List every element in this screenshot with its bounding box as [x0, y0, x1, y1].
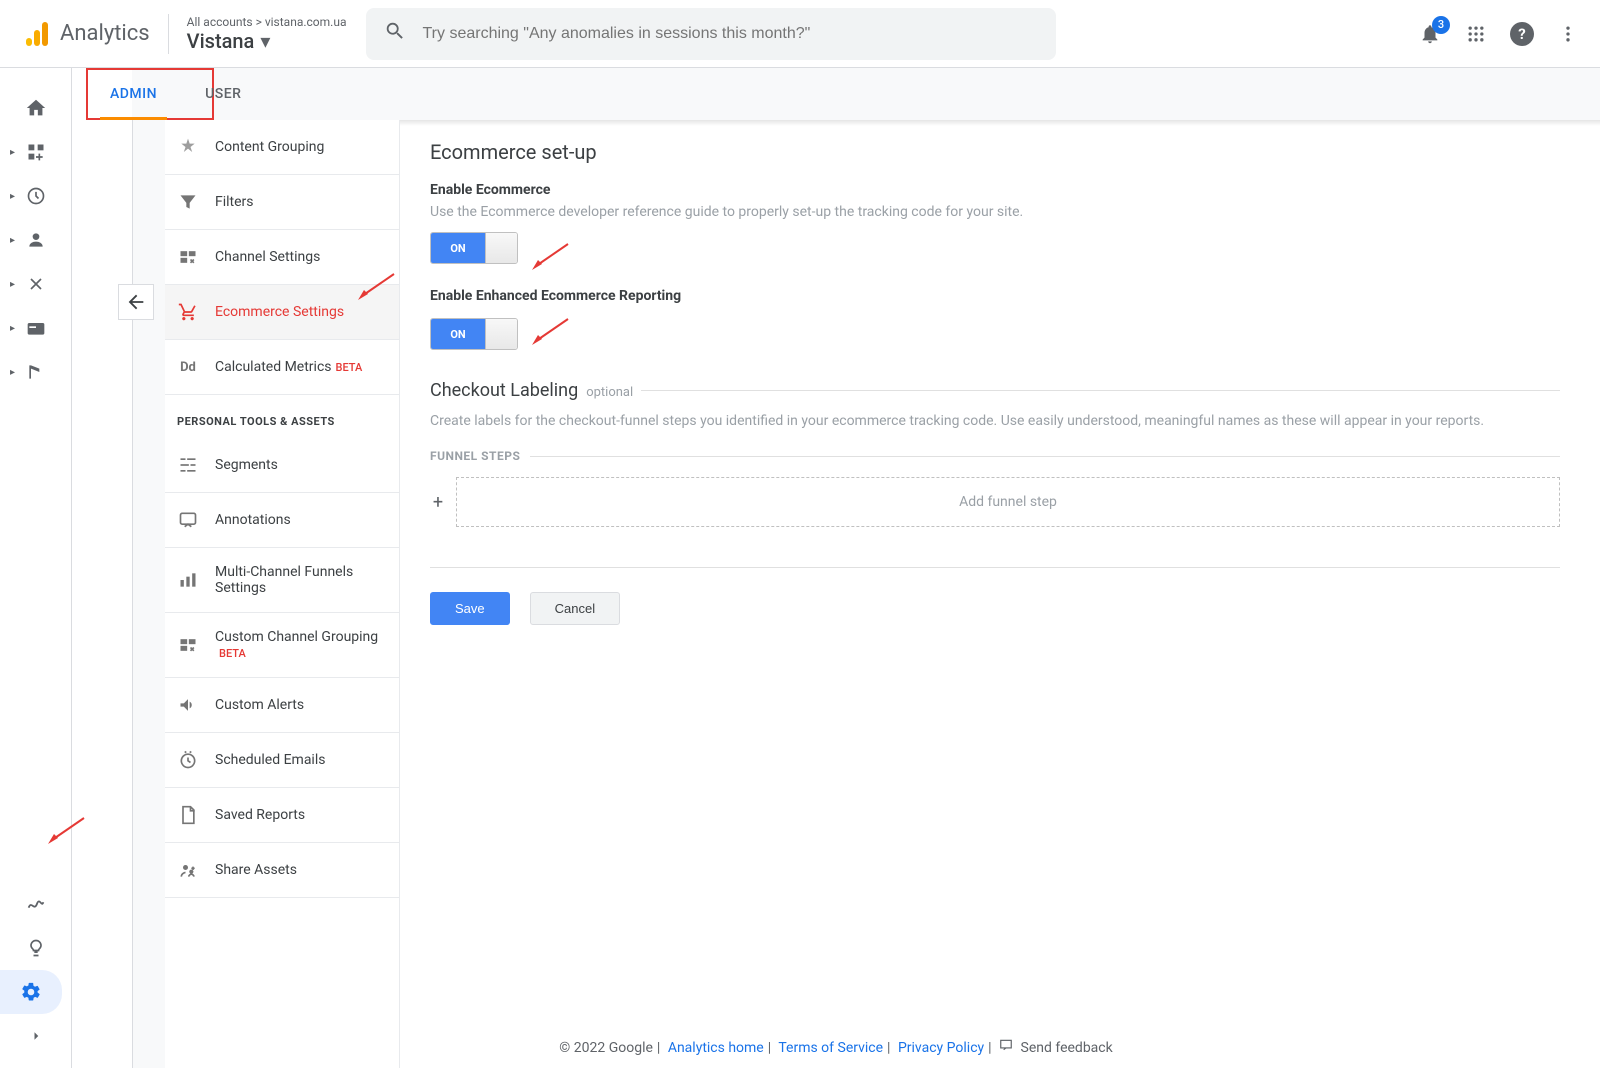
enable-ecommerce-toggle[interactable]: ON	[430, 232, 518, 264]
analytics-logo-icon	[20, 18, 52, 50]
mcf-icon	[177, 569, 199, 591]
sidebar-item-mcf-settings[interactable]: Multi-Channel Funnels Settings	[165, 548, 399, 613]
sidebar-item-channel-settings[interactable]: Channel Settings	[165, 230, 399, 285]
tab-user[interactable]: USER	[181, 68, 265, 120]
cart-icon	[177, 301, 199, 323]
ecommerce-setup-form: Ecommerce set-up Enable Ecommerce Use th…	[399, 120, 1600, 1068]
sidebar-item-ecommerce-settings[interactable]: Ecommerce Settings	[165, 285, 399, 340]
logo-text: Analytics	[60, 21, 150, 46]
annotations-icon	[177, 509, 199, 531]
footer-link-privacy[interactable]: Privacy Policy	[898, 1040, 984, 1056]
footer-link-tos[interactable]: Terms of Service	[778, 1040, 883, 1056]
document-icon	[177, 804, 199, 826]
sidebar-item-share-assets[interactable]: Share Assets	[165, 843, 399, 898]
sidebar-item-scheduled-emails[interactable]: Scheduled Emails	[165, 733, 399, 788]
sidebar-item-custom-channel-grouping[interactable]: Custom Channel GroupingBETA	[165, 613, 399, 678]
divider	[168, 14, 169, 54]
breadcrumb-path: All accounts > vistana.com.ua	[187, 15, 347, 29]
enhanced-ecommerce-label: Enable Enhanced Ecommerce Reporting	[430, 288, 1560, 304]
save-button[interactable]: Save	[430, 592, 510, 625]
main-container: ▸ ▸ ▸ ▸ ▸ ▸ ADMIN USER Content Grouping	[0, 68, 1600, 1068]
back-button[interactable]	[118, 284, 154, 320]
property-name: Vistana ▾	[187, 29, 347, 53]
sidebar-item-annotations[interactable]: Annotations	[165, 493, 399, 548]
form-actions: Save Cancel	[430, 592, 1560, 625]
nav-behavior[interactable]: ▸	[0, 306, 71, 350]
megaphone-icon	[177, 694, 199, 716]
add-funnel-step-button[interactable]: Add funnel step	[456, 477, 1560, 527]
view-settings-panel: Content Grouping Filters Channel Setting…	[165, 120, 399, 1068]
search-icon	[384, 20, 406, 48]
page-footer: © 2022 Google| Analytics home| Terms of …	[72, 1026, 1600, 1068]
sidebar-item-content-grouping[interactable]: Content Grouping	[165, 120, 399, 175]
admin-tabs: ADMIN USER	[86, 68, 265, 120]
column-divider	[132, 120, 133, 1068]
apps-button[interactable]	[1464, 22, 1488, 46]
nav-discover[interactable]	[0, 926, 71, 970]
footer-link-home[interactable]: Analytics home	[668, 1040, 764, 1056]
sidebar-item-calculated-metrics[interactable]: Dd Calculated MetricsBETA	[165, 340, 399, 395]
notifications-button[interactable]: 3	[1418, 22, 1442, 46]
content-grouping-icon	[177, 136, 199, 158]
enable-ecommerce-label: Enable Ecommerce	[430, 182, 1560, 198]
checkout-help: Create labels for the checkout-funnel st…	[430, 413, 1560, 429]
funnel-steps-label: FUNNEL STEPS	[430, 449, 1560, 463]
more-button[interactable]	[1556, 22, 1580, 46]
checkout-labeling-header: Checkout Labeling optional	[430, 380, 1560, 401]
divider	[430, 567, 1560, 568]
nav-attribution[interactable]	[0, 882, 71, 926]
dd-icon: Dd	[177, 356, 199, 378]
app-header: Analytics All accounts > vistana.com.ua …	[0, 0, 1600, 68]
sidebar-item-saved-reports[interactable]: Saved Reports	[165, 788, 399, 843]
help-icon: ?	[1510, 22, 1534, 46]
grouping-icon	[177, 634, 199, 656]
search-bar[interactable]	[366, 8, 1056, 60]
filter-icon	[177, 191, 199, 213]
channel-icon	[177, 246, 199, 268]
enable-ecommerce-help: Use the Ecommerce developer reference gu…	[430, 204, 1560, 220]
notification-badge: 3	[1432, 16, 1450, 34]
segments-icon	[177, 454, 199, 476]
nav-conversions[interactable]: ▸	[0, 350, 71, 394]
search-input[interactable]	[422, 25, 1038, 43]
nav-customization[interactable]: ▸	[0, 130, 71, 174]
sidebar-item-segments[interactable]: Segments	[165, 438, 399, 493]
nav-realtime[interactable]: ▸	[0, 174, 71, 218]
enhanced-ecommerce-section: Enable Enhanced Ecommerce Reporting ON	[430, 288, 1560, 350]
enable-ecommerce-section: Enable Ecommerce Use the Ecommerce devel…	[430, 182, 1560, 264]
nav-home[interactable]	[0, 86, 71, 130]
left-nav-rail: ▸ ▸ ▸ ▸ ▸ ▸	[0, 68, 72, 1068]
nav-admin[interactable]	[0, 970, 62, 1014]
help-button[interactable]: ?	[1510, 22, 1534, 46]
cancel-button[interactable]: Cancel	[530, 592, 620, 625]
feedback-icon	[999, 1038, 1013, 1056]
footer-link-feedback[interactable]: Send feedback	[1021, 1040, 1113, 1056]
sidebar-item-filters[interactable]: Filters	[165, 175, 399, 230]
analytics-logo[interactable]: Analytics	[20, 18, 150, 50]
section-header-personal: PERSONAL TOOLS & ASSETS	[165, 395, 399, 438]
page-title: Ecommerce set-up	[430, 140, 1560, 164]
property-selector[interactable]: All accounts > vistana.com.ua Vistana ▾	[187, 15, 347, 53]
plus-icon: +	[430, 492, 446, 513]
funnel-steps-area: + Add funnel step	[430, 477, 1560, 527]
nav-acquisition[interactable]: ▸	[0, 262, 71, 306]
clock-icon	[177, 749, 199, 771]
nav-audience[interactable]: ▸	[0, 218, 71, 262]
content-area: Content Grouping Filters Channel Setting…	[132, 68, 1600, 1068]
share-icon	[177, 859, 199, 881]
nav-collapse[interactable]	[0, 1014, 71, 1058]
tab-admin[interactable]: ADMIN	[86, 68, 181, 120]
chevron-down-icon: ▾	[260, 29, 270, 53]
enhanced-ecommerce-toggle[interactable]: ON	[430, 318, 518, 350]
sidebar-item-custom-alerts[interactable]: Custom Alerts	[165, 678, 399, 733]
header-actions: 3 ?	[1418, 22, 1580, 46]
